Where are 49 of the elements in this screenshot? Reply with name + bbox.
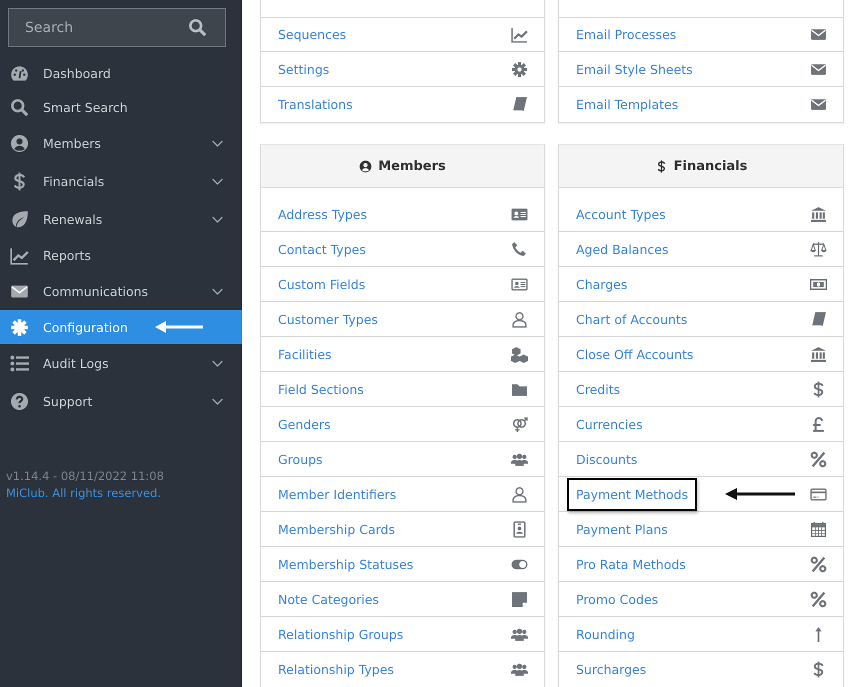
settings-link[interactable]: Sequences (269, 27, 511, 42)
settings-link[interactable]: Membership Statuses (269, 556, 511, 572)
search-field[interactable]: Search (8, 8, 226, 47)
settings-link[interactable]: Note Categories (269, 592, 511, 606)
settings-link[interactable]: Custom Fields (269, 276, 511, 292)
settings-link[interactable]: Relationship Types (269, 662, 511, 677)
settings-link[interactable]: Payment Methods (567, 478, 698, 510)
settings-link[interactable]: Email Processes (567, 27, 810, 42)
settings-link[interactable]: Pro Rata Methods (567, 556, 810, 572)
nav-item[interactable]: Financials (0, 162, 242, 200)
settings-link[interactable]: Facilities (269, 346, 511, 362)
settings-link[interactable]: Discounts (567, 452, 810, 466)
nav-item[interactable]: Renewals (0, 200, 242, 238)
settings-link[interactable]: Address Types (269, 206, 511, 222)
settings-link[interactable]: Currencies (567, 416, 810, 432)
nav-item[interactable]: Support (0, 382, 242, 420)
nav-item[interactable]: Reports (0, 238, 242, 272)
nav-item[interactable]: Configuration (0, 310, 242, 344)
settings-link[interactable]: Customer Types (269, 312, 511, 326)
settings-link[interactable]: Payment Plans (567, 522, 810, 536)
settings-link[interactable]: Chart of Accounts (567, 312, 810, 326)
settings-link[interactable]: Membership Cards (269, 522, 511, 536)
settings-link[interactable]: Email Style Sheets (567, 62, 810, 76)
card-title: Financials (674, 158, 748, 174)
settings-link[interactable]: Close Off Accounts (567, 346, 810, 362)
copyright-link[interactable]: MiClub. All rights reserved. (6, 486, 162, 500)
settings-link[interactable]: Contact Types (269, 242, 511, 256)
nav-item[interactable]: Audit Logs (0, 344, 242, 382)
nav-item[interactable]: Dashboard (0, 56, 242, 90)
nav-item[interactable]: Communications (0, 272, 242, 310)
settings-link[interactable]: Settings (269, 62, 511, 76)
settings-link[interactable]: Relationship Groups (269, 626, 511, 642)
settings-link[interactable]: Promo Codes (567, 592, 810, 606)
settings-link[interactable]: Member Identifiers (269, 486, 511, 502)
settings-link[interactable]: Credits (567, 382, 810, 396)
settings-link[interactable]: Field Sections (269, 382, 511, 396)
settings-link[interactable]: Aged Balances (567, 242, 810, 256)
settings-link[interactable]: Groups (269, 452, 511, 466)
settings-link[interactable]: Genders (269, 416, 511, 432)
settings-link[interactable]: Charges (567, 276, 810, 292)
version-text: v1.14.4 - 08/11/2022 11:08 (6, 468, 165, 485)
card-title: Members (378, 158, 446, 174)
settings-link[interactable]: Translations (269, 97, 511, 112)
settings-link[interactable]: Email Templates (567, 97, 810, 112)
settings-link[interactable]: Surcharges (567, 662, 810, 677)
settings-link[interactable]: Account Types (567, 206, 810, 222)
nav-item[interactable]: Smart Search (0, 90, 242, 124)
nav-item[interactable]: Members (0, 124, 242, 162)
settings-link[interactable]: Rounding (567, 626, 810, 642)
